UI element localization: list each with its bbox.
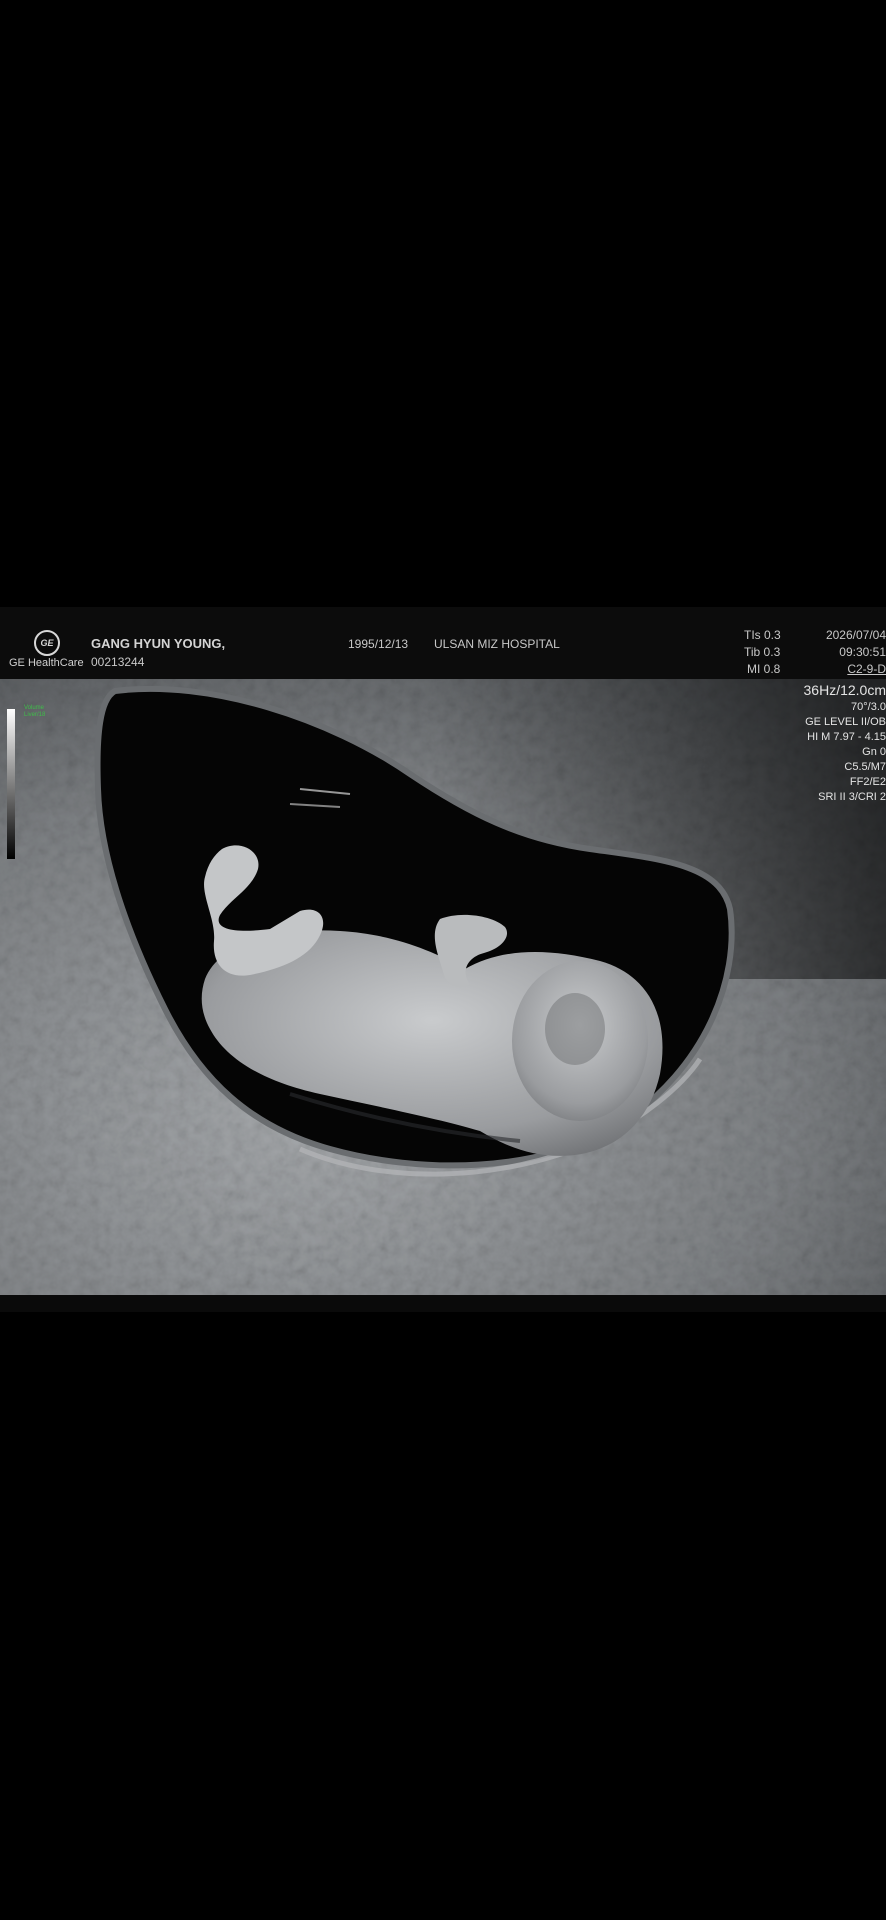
patient-dob: 1995/12/13 [348,637,409,651]
frame-rate-depth: 36Hz/12.0cm [803,682,886,698]
frame-filter: FF2/E2 [849,776,886,788]
ge-logo-icon: GE [34,630,60,656]
probe-name: C2-9-D [847,662,886,676]
sector-angle: 70°/3.0 [851,701,886,713]
grayscale-bar [7,709,15,859]
preset: GE LEVEL II/OB [805,716,886,728]
ultrasound-image: Volume Liver/18 36Hz/12.0cm 70°/3.0 GE L… [0,679,886,1295]
thermal-index-bone: Tib 0.3 [744,645,781,659]
bottom-strip [0,1295,886,1312]
scan-parameters: 36Hz/12.0cm 70°/3.0 GE LEVEL II/OB HI M … [804,681,886,805]
fetus-head-detail [545,993,605,1065]
thermal-index-soft-tissue: TIs 0.3 [744,628,781,642]
brand-label: GE HealthCare [9,657,84,669]
dynamic-range: C5.5/M7 [844,761,886,773]
ultrasound-frame: GE GE HealthCare GANG HYUN YOUNG, 002132… [0,607,886,1312]
exam-time: 09:30:51 [839,645,886,659]
hospital-name: ULSAN MIZ HOSPITAL [434,637,560,651]
ultrasound-header: GE GE HealthCare GANG HYUN YOUNG, 002132… [0,607,886,679]
gain: Gn 0 [862,746,886,758]
volume-label: Volume Liver/18 [24,705,46,718]
patient-name: GANG HYUN YOUNG, [91,636,226,651]
patient-id: 00213244 [91,655,145,669]
mechanical-index: MI 0.8 [747,662,781,676]
speckle-reduction: SRI II 3/CRI 2 [818,791,886,803]
harmonic-frequency: HI M 7.97 - 4.15 [807,731,886,743]
exam-date: 2026/07/04 [825,628,886,642]
fetal-ultrasound-scan [0,679,886,1295]
